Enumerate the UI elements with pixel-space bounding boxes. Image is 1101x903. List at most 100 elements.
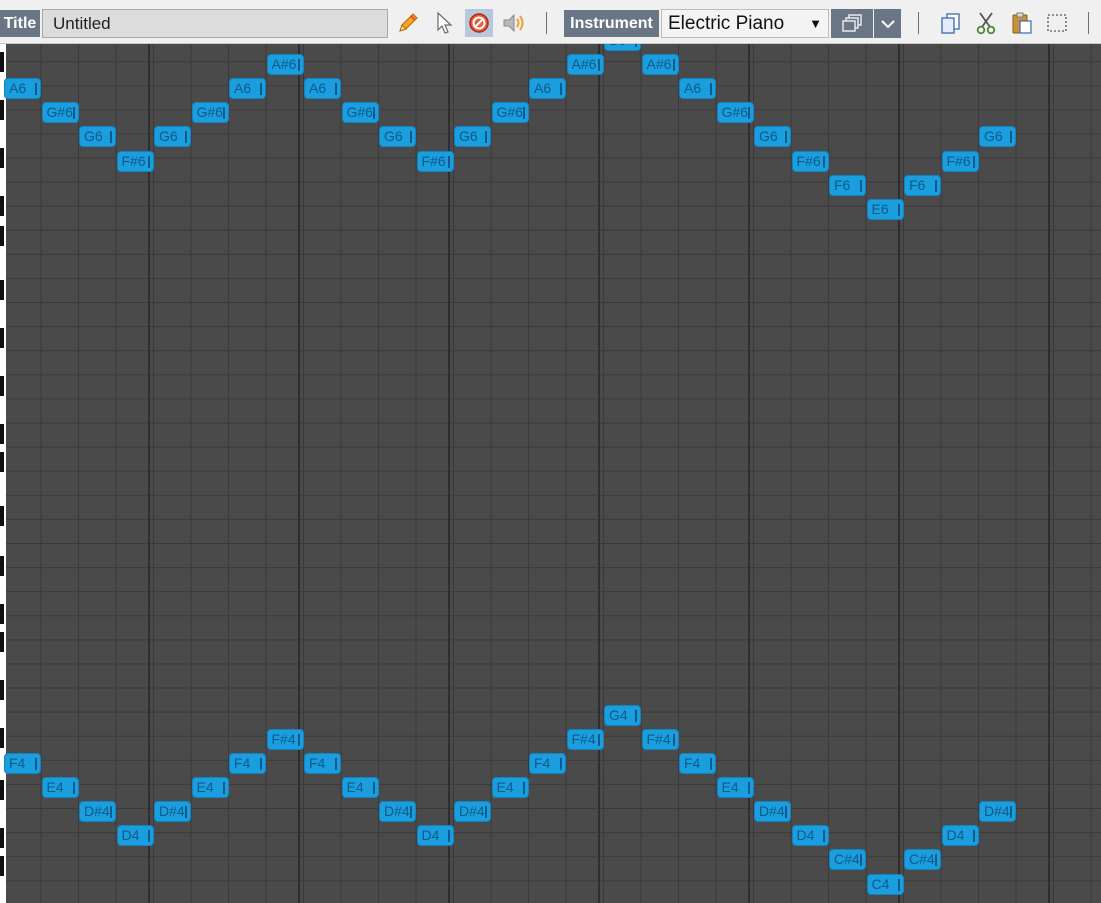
piano-black-key (0, 728, 4, 748)
note-block[interactable]: F#6 (941, 150, 979, 172)
instrument-menu-button[interactable] (874, 9, 901, 38)
note-block[interactable]: A6 (304, 78, 341, 100)
note-block[interactable]: D#4 (979, 801, 1016, 823)
note-block[interactable]: D#4 (154, 801, 191, 823)
note-block[interactable]: F#4 (641, 728, 679, 750)
note-block[interactable]: F4 (4, 753, 41, 774)
note-block[interactable]: D4 (791, 825, 829, 847)
select-tool-button[interactable] (430, 9, 458, 37)
note-block[interactable]: D#4 (379, 801, 416, 823)
note-block[interactable]: D#4 (454, 801, 491, 823)
note-block[interactable]: E4 (341, 777, 379, 799)
note-block[interactable]: G6 (79, 126, 116, 148)
pencil-tool-button[interactable] (394, 9, 422, 37)
dropdown-arrow-icon: ▼ (809, 16, 822, 31)
instrument-layers-button[interactable] (831, 9, 873, 38)
no-entry-icon (469, 13, 489, 33)
note-block[interactable]: A#6 (641, 54, 679, 76)
note-block[interactable]: D#4 (79, 801, 116, 823)
instrument-label: Instrument (564, 10, 659, 37)
note-block[interactable]: C#4 (904, 849, 941, 871)
note-block[interactable]: F#6 (116, 150, 154, 172)
speaker-icon (503, 13, 524, 33)
layers-icon (842, 13, 862, 32)
note-block[interactable]: F4 (304, 753, 341, 774)
select-icon (1047, 14, 1067, 32)
note-block[interactable]: F4 (529, 753, 566, 774)
piano-black-key (0, 632, 4, 652)
note-block[interactable]: G6 (379, 126, 416, 148)
note-block[interactable]: F6 (904, 174, 941, 196)
note-block[interactable]: A6 (4, 78, 41, 100)
note-block[interactable]: G6 (979, 126, 1016, 148)
note-block[interactable]: G#6 (716, 102, 754, 124)
select-all-button[interactable] (1043, 9, 1071, 37)
piano-black-key (0, 376, 4, 396)
toolbar-separator (1088, 12, 1089, 34)
title-label: Title (0, 10, 40, 37)
note-block[interactable]: D#4 (754, 801, 791, 823)
piano-black-key (0, 828, 4, 848)
piano-black-key (0, 856, 4, 876)
piano-keys (0, 44, 6, 903)
note-block[interactable]: F4 (679, 753, 716, 774)
note-block[interactable]: E4 (491, 777, 529, 799)
note-block[interactable]: B6 (604, 44, 641, 51)
note-block[interactable]: A6 (229, 78, 266, 100)
piano-black-key (0, 280, 4, 300)
note-block[interactable]: D4 (116, 825, 154, 847)
note-block[interactable]: F6 (829, 174, 866, 196)
piano-black-key (0, 452, 4, 472)
note-block[interactable]: F#6 (791, 150, 829, 172)
note-block[interactable]: E6 (866, 198, 904, 220)
note-block[interactable]: D4 (941, 825, 979, 847)
piano-black-key (0, 148, 4, 168)
copy-button[interactable] (937, 9, 965, 37)
paste-icon (1012, 12, 1032, 34)
pointer-icon (437, 11, 453, 34)
note-block[interactable]: C#4 (829, 849, 866, 871)
piano-black-key (0, 100, 4, 120)
note-block[interactable]: F#4 (266, 728, 304, 750)
piano-black-key (0, 226, 4, 246)
title-input[interactable] (42, 9, 388, 38)
piano-black-key (0, 196, 4, 216)
note-block[interactable]: C4 (866, 873, 904, 895)
piano-black-key (0, 604, 4, 624)
instrument-select[interactable]: Electric Piano ▼ (661, 9, 829, 38)
note-block[interactable]: E4 (191, 777, 229, 799)
note-block[interactable]: G#6 (41, 102, 79, 124)
note-block[interactable]: G#6 (491, 102, 529, 124)
paste-button[interactable] (1008, 9, 1036, 37)
note-block[interactable]: F#6 (416, 150, 454, 172)
sound-button[interactable] (500, 9, 528, 37)
note-block[interactable]: G#6 (341, 102, 379, 124)
copy-icon (941, 13, 960, 34)
note-block[interactable]: F#4 (566, 728, 604, 750)
note-block[interactable]: G4 (604, 704, 641, 726)
toolbar: Title Instrument Electric Piano ▼ (0, 0, 1101, 44)
toolbar-separator (918, 12, 919, 34)
instrument-value: Electric Piano (668, 13, 785, 34)
piano-roll-grid[interactable]: A6 G#6 G6 F#6 G6 G#6 A6 A#6 A6 G#6 G6 F#6 G6 G#6 A6 A#6… (0, 44, 1101, 903)
piano-black-key (0, 52, 4, 72)
cut-button[interactable] (972, 9, 1000, 37)
note-block[interactable]: G6 (454, 126, 491, 148)
pencil-icon (399, 13, 418, 32)
cut-icon (976, 12, 996, 35)
note-block[interactable]: G6 (154, 126, 191, 148)
note-block[interactable]: G6 (754, 126, 791, 148)
note-block[interactable]: A6 (679, 78, 716, 100)
note-block[interactable]: G#6 (191, 102, 229, 124)
toolbar-separator (546, 12, 547, 34)
note-block[interactable]: A#6 (266, 54, 304, 76)
note-block[interactable]: E4 (41, 777, 79, 799)
note-block[interactable]: F4 (229, 753, 266, 774)
note-block[interactable]: A6 (529, 78, 566, 100)
piano-black-key (0, 780, 4, 800)
note-block[interactable]: D4 (416, 825, 454, 847)
erase-tool-button[interactable] (465, 9, 493, 37)
piano-black-key (0, 328, 4, 348)
note-block[interactable]: A#6 (566, 54, 604, 76)
note-block[interactable]: E4 (716, 777, 754, 799)
